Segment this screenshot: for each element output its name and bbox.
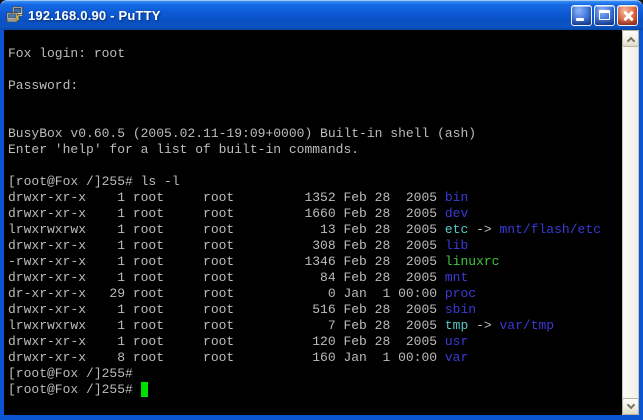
terminal-line [8,110,622,126]
terminal-line: drwxr-xr-x 8 root root 160 Jan 1 00:00 v… [8,350,622,366]
close-button[interactable] [617,5,638,26]
terminal-line: Password: [8,78,622,94]
terminal-line: [root@Fox /]255# [8,366,622,382]
terminal-line: lrwxrwxrwx 1 root root 13 Feb 28 2005 et… [8,222,622,238]
maximize-button[interactable] [594,5,615,26]
terminal-line: -rwxr-xr-x 1 root root 1346 Feb 28 2005 … [8,254,622,270]
terminal-line: BusyBox v0.60.5 (2005.02.11-19:09+0000) … [8,126,622,142]
minimize-button[interactable] [571,5,592,26]
terminal-line: dr-xr-xr-x 29 root root 0 Jan 1 00:00 pr… [8,286,622,302]
terminal-line: lrwxrwxrwx 1 root root 7 Feb 28 2005 tmp… [8,318,622,334]
terminal-line: drwxr-xr-x 1 root root 1660 Feb 28 2005 … [8,206,622,222]
window-controls [571,5,638,26]
close-icon [623,10,634,22]
terminal-line: drwxr-xr-x 1 root root 1352 Feb 28 2005 … [8,190,622,206]
minimize-icon [576,18,584,21]
scrollbar-down-button[interactable] [622,398,639,415]
terminal-line: drwxr-xr-x 1 root root 308 Feb 28 2005 l… [8,238,622,254]
terminal-cursor [141,382,149,397]
terminal-line: drwxr-xr-x 1 root root 516 Feb 28 2005 s… [8,302,622,318]
terminal-screen[interactable]: Fox login: root Password: BusyBox v0.60.5 … [4,30,622,415]
terminal-line: [root@Fox /]255# ls -l [8,174,622,190]
terminal-line [8,62,622,78]
scrollbar-up-button[interactable] [622,30,639,47]
putty-window: 192.168.0.90 - PuTTY Fox login: root Pass… [0,0,643,420]
terminal-line [8,158,622,174]
terminal-line: Enter 'help' for a list of built-in comm… [8,142,622,158]
maximize-icon [599,10,610,20]
terminal-line [8,94,622,110]
terminal-output: Fox login: root Password: BusyBox v0.60.5 … [8,46,622,398]
chevron-up-icon [626,36,634,44]
title-bar[interactable]: 192.168.0.90 - PuTTY [0,0,643,30]
terminal-line: drwxr-xr-x 1 root root 84 Feb 28 2005 mn… [8,270,622,286]
window-title: 192.168.0.90 - PuTTY [28,8,571,23]
scrollbar[interactable] [622,30,639,415]
terminal-line: Fox login: root [8,46,622,62]
terminal-line: drwxr-xr-x 1 root root 120 Feb 28 2005 u… [8,334,622,350]
terminal-line: [root@Fox /]255# [8,382,622,398]
window-body: Fox login: root Password: BusyBox v0.60.5 … [0,30,643,420]
chevron-down-icon [626,400,634,408]
putty-icon[interactable] [6,6,24,24]
scrollbar-thumb[interactable] [622,47,639,398]
